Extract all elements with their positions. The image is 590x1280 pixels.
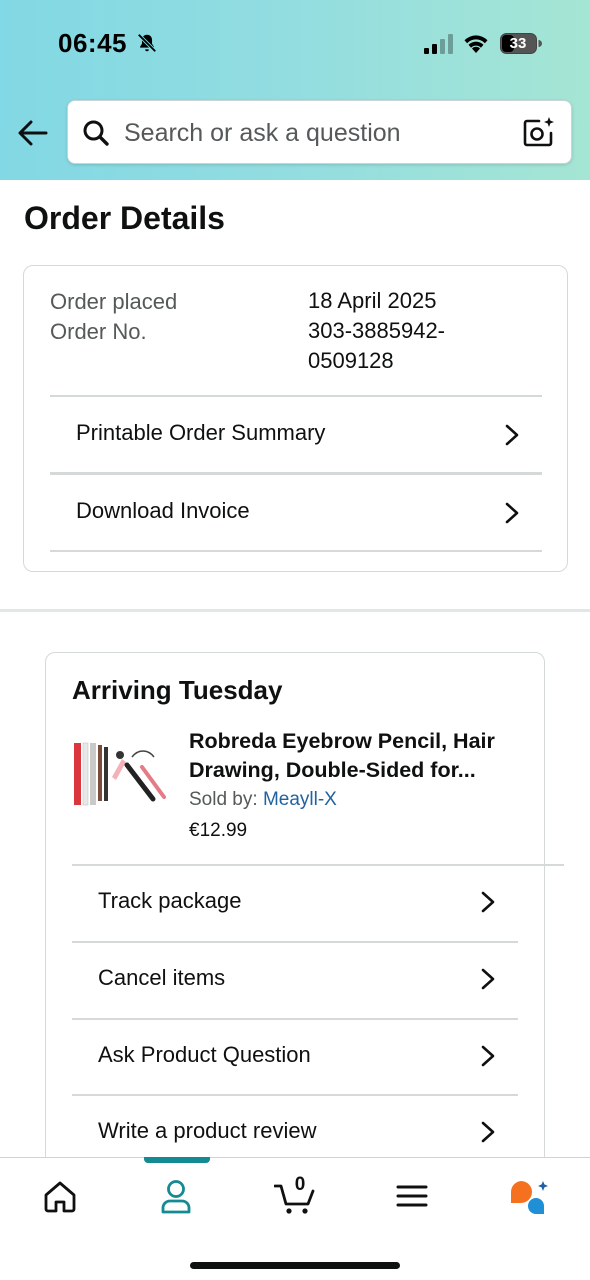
order-number-line2: 0509128: [308, 348, 394, 373]
header: 06:45 33 Search or ask a question: [0, 0, 590, 180]
home-indicator: [190, 1262, 400, 1269]
order-placed-date: 18 April 2025: [308, 288, 437, 313]
order-info-card: Order placed 18 April 2025 Order No. 303…: [23, 265, 568, 572]
cancel-items-label: Cancel items: [98, 965, 226, 990]
download-invoice-label: Download Invoice: [76, 498, 250, 523]
shipment-card: Arriving Tuesday Robreda Eyebrow Pencil,…: [45, 652, 564, 1172]
battery-icon: 33: [500, 33, 542, 54]
menu-icon[interactable]: [392, 1176, 432, 1216]
track-package-button[interactable]: Track package: [72, 866, 518, 941]
page-title: Order Details: [24, 200, 225, 236]
chevron-right-icon: [481, 1121, 495, 1143]
chevron-right-icon: [481, 1045, 495, 1067]
section-separator: [0, 609, 590, 612]
seller-link[interactable]: Meayll-X: [263, 789, 337, 810]
wifi-icon: [464, 35, 488, 53]
bell-off-icon: [137, 33, 157, 53]
cellular-signal-icon: [424, 34, 453, 54]
cancel-items-button[interactable]: Cancel items: [72, 943, 518, 1018]
order-placed-label: Order placed: [50, 289, 178, 314]
ask-product-question-button[interactable]: Ask Product Question: [72, 1020, 518, 1095]
back-arrow-icon[interactable]: [16, 118, 50, 148]
cart-count: 0: [294, 1174, 306, 1195]
chevron-right-icon: [505, 502, 519, 524]
status-time: 06:45: [58, 28, 127, 58]
printable-summary-label: Printable Order Summary: [76, 420, 326, 445]
order-number-line1: 303-3885942-: [308, 318, 446, 343]
search-icon: [83, 120, 109, 146]
rufus-assistant-icon[interactable]: [508, 1176, 552, 1216]
bottom-nav: 0: [0, 1157, 590, 1280]
chevron-right-icon: [505, 424, 519, 446]
chevron-right-icon: [481, 968, 495, 990]
order-number-label: Order No.: [50, 319, 147, 344]
active-tab-indicator: [144, 1157, 210, 1163]
track-package-label: Track package: [98, 888, 242, 913]
sold-by: Sold by: Meayll-X: [189, 789, 337, 811]
download-invoice-link[interactable]: Download Invoice: [50, 475, 542, 551]
sold-by-label: Sold by:: [189, 789, 263, 810]
write-review-label: Write a product review: [98, 1118, 317, 1143]
product-price: €12.99: [189, 820, 248, 841]
search-bar[interactable]: Search or ask a question: [67, 100, 572, 164]
battery-level: 33: [509, 35, 527, 52]
divider: [50, 550, 542, 552]
search-input[interactable]: Search or ask a question: [124, 119, 401, 148]
product-thumbnail[interactable]: [72, 737, 168, 809]
home-icon[interactable]: [40, 1176, 80, 1216]
arrival-heading: Arriving Tuesday: [72, 675, 283, 705]
account-icon[interactable]: [156, 1176, 196, 1216]
chevron-right-icon: [481, 891, 495, 913]
printable-summary-link[interactable]: Printable Order Summary: [50, 397, 542, 473]
product-title[interactable]: Robreda Eyebrow Pencil, Hair Drawing, Do…: [189, 727, 519, 785]
ask-product-question-label: Ask Product Question: [98, 1042, 311, 1067]
camera-search-icon[interactable]: [522, 115, 556, 149]
